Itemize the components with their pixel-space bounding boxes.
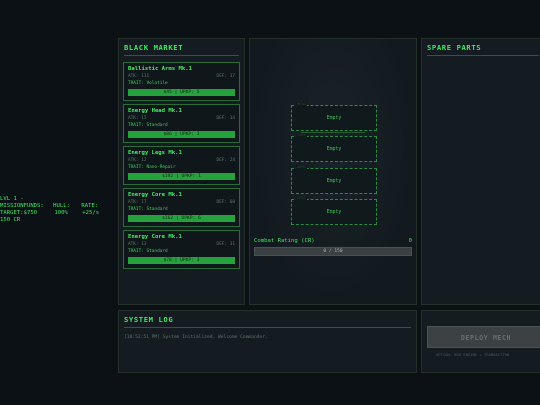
market-item-name: Energy Head Mk.1	[128, 108, 182, 114]
slot-tag: ARMS	[296, 165, 307, 169]
buy-button[interactable]: $86 | UPKP: 3	[128, 131, 235, 138]
slot-label: Empty	[326, 178, 342, 184]
hud-funds-label: FUNDS:	[23, 203, 44, 209]
market-item-def: DEF: 14	[216, 116, 235, 121]
market-item-atk: ATK: 12	[128, 158, 147, 163]
hud-labels: MISSIONFUNDS: HULL: RATE:	[0, 203, 118, 210]
hud-target-label: TARGET:	[0, 210, 24, 216]
system-log-panel: SYSTEM LOG [10:52:51 PM] System Initiali…	[118, 310, 417, 373]
market-item: Energy Head Mk.1 ATK: 15 DEF: 14 TRAIT: …	[123, 104, 240, 143]
market-item-def: DEF: 37	[216, 74, 235, 79]
slot-label: Empty	[326, 146, 342, 152]
market-item-name: Energy Core Mk.1	[128, 192, 182, 198]
combat-rating-progress: 0 / 150	[254, 247, 412, 256]
market-item-atk: ATK: 13	[128, 242, 147, 247]
market-item-trait: TRAIT: Volatile	[128, 81, 168, 86]
deploy-mech-button[interactable]: DEPLOY MECH	[427, 326, 540, 348]
combat-rating-value: 0	[408, 238, 412, 244]
slot-core[interactable]: CORE Empty	[291, 133, 377, 162]
market-item-name: Energy Legs Mk.1	[128, 150, 182, 156]
slot-head[interactable]: HEAD Empty	[291, 102, 377, 131]
hud-mission-label: MISSION	[0, 203, 24, 209]
buy-button[interactable]: $45 | UPKP: 5	[128, 89, 235, 96]
market-item-trait: TRAIT: Standard	[128, 123, 168, 128]
market-item-name: Energy Core Mk.1	[128, 234, 182, 240]
combat-rating-label: Combat Rating (CR)	[254, 238, 315, 244]
market-item-trait: TRAIT: Nano-Repair	[128, 165, 176, 170]
market-item: Ballistic Arms Mk.1 ATK: 111 DEF: 37 TRA…	[123, 62, 240, 101]
slot-tag: HEAD	[296, 102, 307, 106]
slot-tag: LEGS	[296, 196, 307, 200]
log-entry: [10:52:51 PM] System Initialized. Welcom…	[124, 335, 268, 340]
black-market-title: BLACK MARKET	[124, 43, 239, 56]
black-market-panel: BLACK MARKET Ballistic Arms Mk.1 ATK: 11…	[118, 38, 245, 305]
system-log-title: SYSTEM LOG	[124, 315, 411, 328]
hud-target-value: 150 CR	[0, 217, 21, 223]
hud-rate-value: +25/s	[82, 210, 100, 216]
buy-button[interactable]: $192 | UPKP: 1	[128, 173, 235, 180]
slot-arms[interactable]: ARMS Empty	[291, 165, 377, 194]
spare-parts-title: SPARE PARTS	[427, 43, 539, 56]
market-item-trait: TRAIT: Standard	[128, 249, 168, 254]
hud-funds-value: $750	[23, 210, 38, 216]
combat-rating-progress-text: 0 / 150	[323, 249, 343, 254]
market-item-name: Ballistic Arms Mk.1	[128, 66, 192, 72]
slot-label: Empty	[326, 115, 342, 121]
hud-rate-label: RATE:	[81, 203, 99, 209]
hud-hull-value: 100%	[54, 210, 68, 216]
market-item-def: DEF: 24	[216, 158, 235, 163]
slot-legs[interactable]: LEGS Empty	[291, 196, 377, 225]
deploy-note: OPTION: BUG ENGINE + TRANSACTION	[436, 352, 510, 357]
spare-parts-panel: SPARE PARTS	[421, 38, 540, 305]
market-item-trait: TRAIT: Standard	[128, 207, 168, 212]
market-item-def: DEF: 60	[216, 200, 235, 205]
hud-hull-label: HULL:	[53, 203, 71, 209]
buy-button[interactable]: $162 | UPKP: 6	[128, 215, 235, 222]
market-item-def: DEF: 31	[216, 242, 235, 247]
market-item-atk: ATK: 17	[128, 200, 147, 205]
market-item: Energy Legs Mk.1 ATK: 12 DEF: 24 TRAIT: …	[123, 146, 240, 185]
market-item-atk: ATK: 111	[128, 74, 150, 79]
hud-values: TARGET:$750 100% +25/s	[0, 210, 118, 217]
buy-button[interactable]: $78 | UPKP: 3	[128, 257, 235, 264]
market-item: Energy Core Mk.1 ATK: 17 DEF: 60 TRAIT: …	[123, 188, 240, 227]
deploy-panel: DEPLOY MECH OPTION: BUG ENGINE + TRANSAC…	[421, 310, 540, 373]
hud-level: LVL 1 -	[0, 196, 24, 202]
slot-tag: CORE	[296, 133, 307, 137]
hud-stats: LVL 1 - MISSIONFUNDS: HULL: RATE: TARGET…	[0, 196, 118, 224]
market-item-atk: ATK: 15	[128, 116, 147, 121]
slot-label: Empty	[326, 209, 342, 215]
assembly-grid-panel: ASSEMBLY GRID HEAD Empty CORE Empty ARMS…	[249, 38, 417, 305]
market-item: Energy Core Mk.1 ATK: 13 DEF: 31 TRAIT: …	[123, 230, 240, 269]
